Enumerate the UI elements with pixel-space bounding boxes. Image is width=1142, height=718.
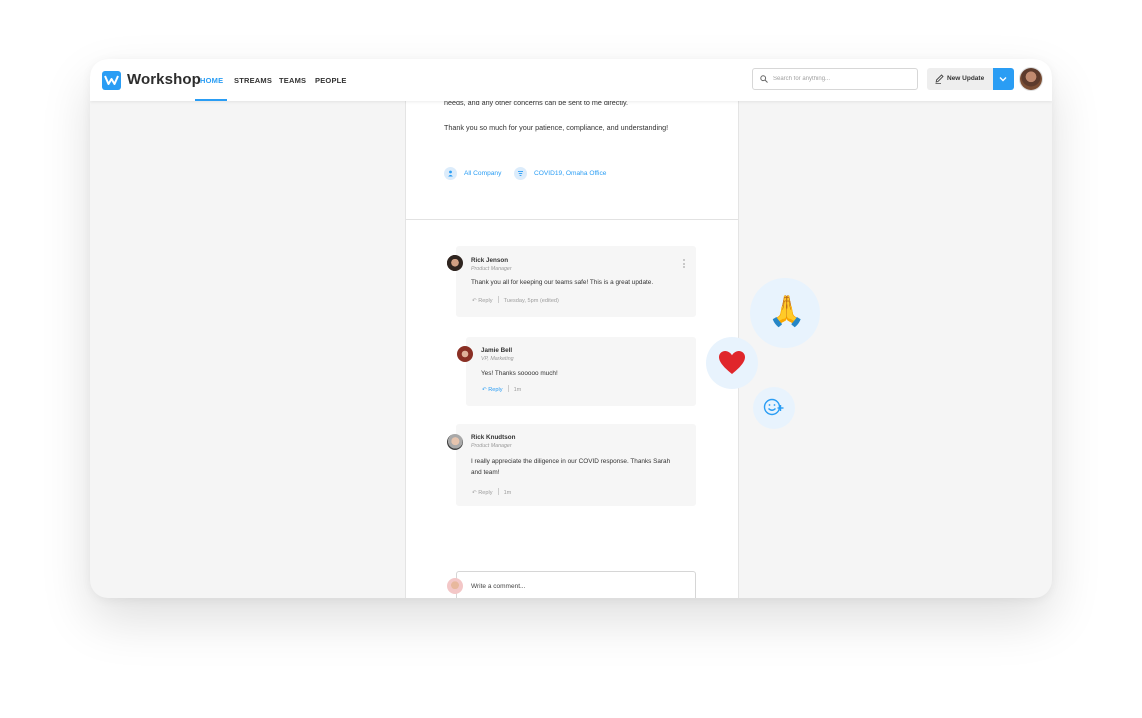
- tag-covid19-omaha[interactable]: COVID19, Omaha Office: [534, 170, 606, 177]
- search-icon: [760, 75, 768, 83]
- search-input[interactable]: [773, 72, 913, 86]
- search-box[interactable]: [752, 68, 918, 90]
- comment-author[interactable]: Rick Knudtson: [471, 434, 515, 441]
- app-window: Workshop HOME STREAMS TEAMS PEOPLE New U…: [90, 59, 1052, 598]
- user-avatar[interactable]: [1020, 68, 1042, 90]
- app-name[interactable]: Workshop: [127, 71, 201, 88]
- post-text-line: Thank you so much for your patience, com…: [444, 123, 669, 132]
- nav-streams[interactable]: STREAMS: [234, 76, 272, 85]
- current-user-avatar: [447, 578, 463, 594]
- workshop-logo-icon[interactable]: [102, 71, 121, 90]
- comment-body-line: and team!: [471, 469, 500, 476]
- heart-icon: [719, 351, 745, 374]
- comment-body: Yes! Thanks sooooo much!: [481, 370, 558, 377]
- reply-link[interactable]: Reply: [478, 490, 492, 496]
- comment-author-role: Product Manager: [471, 443, 512, 449]
- reply-icon: ↶: [472, 490, 477, 496]
- reaction-heart[interactable]: [706, 337, 758, 389]
- add-reaction-button[interactable]: [753, 387, 795, 429]
- comment-timestamp: 1m: [513, 387, 522, 393]
- reply-link[interactable]: Reply: [488, 387, 502, 393]
- comment-card: Rick Jenson Product Manager Thank you al…: [456, 246, 696, 317]
- comment-timestamp: Tuesday, 5pm (edited): [503, 298, 559, 304]
- feed-column: needs, and any other concerns can be sen…: [405, 98, 739, 598]
- add-emoji-icon: [763, 398, 784, 416]
- section-divider: [406, 219, 738, 220]
- comment-body: I really appreciate the diligence in our…: [471, 456, 693, 478]
- comment-author[interactable]: Jamie Bell: [481, 347, 512, 354]
- more-options-icon[interactable]: [683, 259, 686, 270]
- new-update-dropdown-button[interactable]: [993, 68, 1014, 90]
- reply-icon: ↶: [472, 298, 477, 304]
- chevron-down-icon: [999, 77, 1007, 82]
- comment-meta: ↶ Reply 1m: [482, 385, 521, 393]
- pen-icon: [935, 74, 944, 84]
- reply-icon: ↶: [482, 387, 487, 393]
- commenter-avatar[interactable]: [457, 346, 473, 362]
- new-update-button[interactable]: New Update: [927, 68, 993, 90]
- commenter-avatar[interactable]: [447, 434, 463, 450]
- comment-card: Rick Knudtson Product Manager I really a…: [456, 424, 696, 506]
- person-icon: [444, 167, 457, 180]
- comment-body-line: I really appreciate the diligence in our…: [471, 458, 671, 465]
- reaction-folded-hands[interactable]: 🙏: [750, 278, 820, 348]
- comment-body: Thank you all for keeping our teams safe…: [471, 279, 654, 286]
- new-update-label: New Update: [947, 75, 985, 82]
- comment-card: Jamie Bell VP, Marketing Yes! Thanks soo…: [466, 337, 696, 406]
- commenter-avatar[interactable]: [447, 255, 463, 271]
- nav-home[interactable]: HOME: [200, 76, 223, 85]
- comment-author-role: VP, Marketing: [481, 356, 514, 362]
- comment-author[interactable]: Rick Jenson: [471, 257, 508, 264]
- comment-input[interactable]: [471, 580, 681, 593]
- comment-meta: ↶ Reply 1m: [472, 488, 511, 496]
- top-nav-bar: Workshop HOME STREAMS TEAMS PEOPLE New U…: [90, 59, 1052, 101]
- reply-link[interactable]: Reply: [478, 298, 492, 304]
- nav-teams[interactable]: TEAMS: [279, 76, 306, 85]
- stream-icon: [514, 167, 527, 180]
- nav-people[interactable]: PEOPLE: [315, 76, 347, 85]
- comment-composer[interactable]: [456, 571, 696, 598]
- comment-meta: ↶ Reply Tuesday, 5pm (edited): [472, 296, 559, 304]
- tag-all-company[interactable]: All Company: [464, 170, 501, 177]
- folded-hands-icon: 🙏: [768, 295, 806, 328]
- comment-timestamp: 1m: [503, 490, 512, 496]
- comment-author-role: Product Manager: [471, 266, 512, 272]
- active-nav-indicator: [195, 99, 227, 101]
